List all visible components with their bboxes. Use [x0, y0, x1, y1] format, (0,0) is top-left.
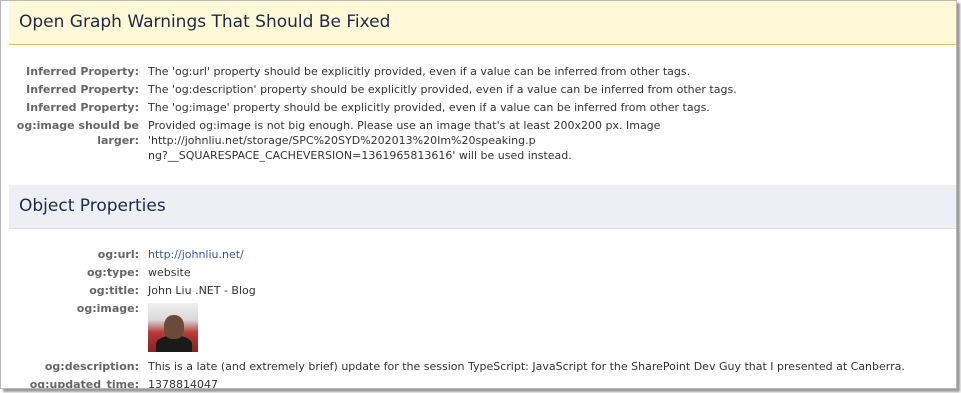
warning-value: Provided og:image is not big enough. Ple…: [148, 117, 948, 165]
property-row: og:type: website: [9, 264, 905, 282]
warning-value-line: ng?__SQUARESPACE_CACHEVERSION=1361965813…: [148, 149, 572, 162]
warnings-header: Open Graph Warnings That Should Be Fixed: [9, 1, 956, 45]
object-properties-title: Object Properties: [19, 196, 166, 216]
warning-row: Inferred Property: The 'og:url' property…: [9, 63, 948, 81]
warning-value: The 'og:url' property should be explicit…: [148, 65, 691, 78]
object-properties-table: og:url: http://johnliu.net/ og:type: web…: [9, 246, 905, 389]
warning-row: Inferred Property: The 'og:description' …: [9, 81, 948, 99]
warning-value: The 'og:description' property should be …: [148, 83, 737, 96]
og-image-thumbnail: [148, 303, 198, 352]
property-key: og:image:: [76, 302, 139, 315]
property-key: og:updated_time:: [29, 378, 139, 389]
debugger-panel: Open Graph Warnings That Should Be Fixed…: [0, 0, 957, 389]
property-value: website: [148, 266, 191, 279]
property-value: John Liu .NET - Blog: [148, 284, 256, 297]
property-key: og:title:: [89, 284, 139, 297]
property-key: og:description:: [44, 360, 139, 373]
warning-key-line: larger:: [97, 134, 139, 147]
object-properties-header: Object Properties: [9, 185, 956, 229]
warnings-table: Inferred Property: The 'og:url' property…: [9, 63, 948, 165]
property-row: og:title: John Liu .NET - Blog: [9, 282, 905, 300]
warning-row: og:image should be larger: Provided og:i…: [9, 117, 948, 165]
warning-value-line: Provided og:image is not big enough. Ple…: [148, 119, 661, 147]
property-row: og:updated_time: 1378814047: [9, 376, 905, 389]
property-value: This is a late (and extremely brief) upd…: [148, 360, 905, 373]
warning-value: The 'og:image' property should be explic…: [148, 101, 710, 114]
warning-key: Inferred Property:: [26, 65, 139, 78]
warning-row: Inferred Property: The 'og:image' proper…: [9, 99, 948, 117]
warnings-title: Open Graph Warnings That Should Be Fixed: [19, 12, 391, 32]
property-row: og:url: http://johnliu.net/: [9, 246, 905, 264]
property-row: og:image:: [9, 300, 905, 358]
warning-key: Inferred Property:: [26, 101, 139, 114]
warning-key-line: og:image should be: [16, 119, 139, 132]
property-key: og:type:: [87, 266, 139, 279]
warning-key: og:image should be larger:: [9, 117, 148, 165]
property-value: 1378814047: [148, 378, 218, 389]
property-row: og:description: This is a late (and extr…: [9, 358, 905, 376]
og-url-link[interactable]: http://johnliu.net/: [148, 248, 244, 261]
warning-key: Inferred Property:: [26, 83, 139, 96]
property-key: og:url:: [97, 248, 139, 261]
